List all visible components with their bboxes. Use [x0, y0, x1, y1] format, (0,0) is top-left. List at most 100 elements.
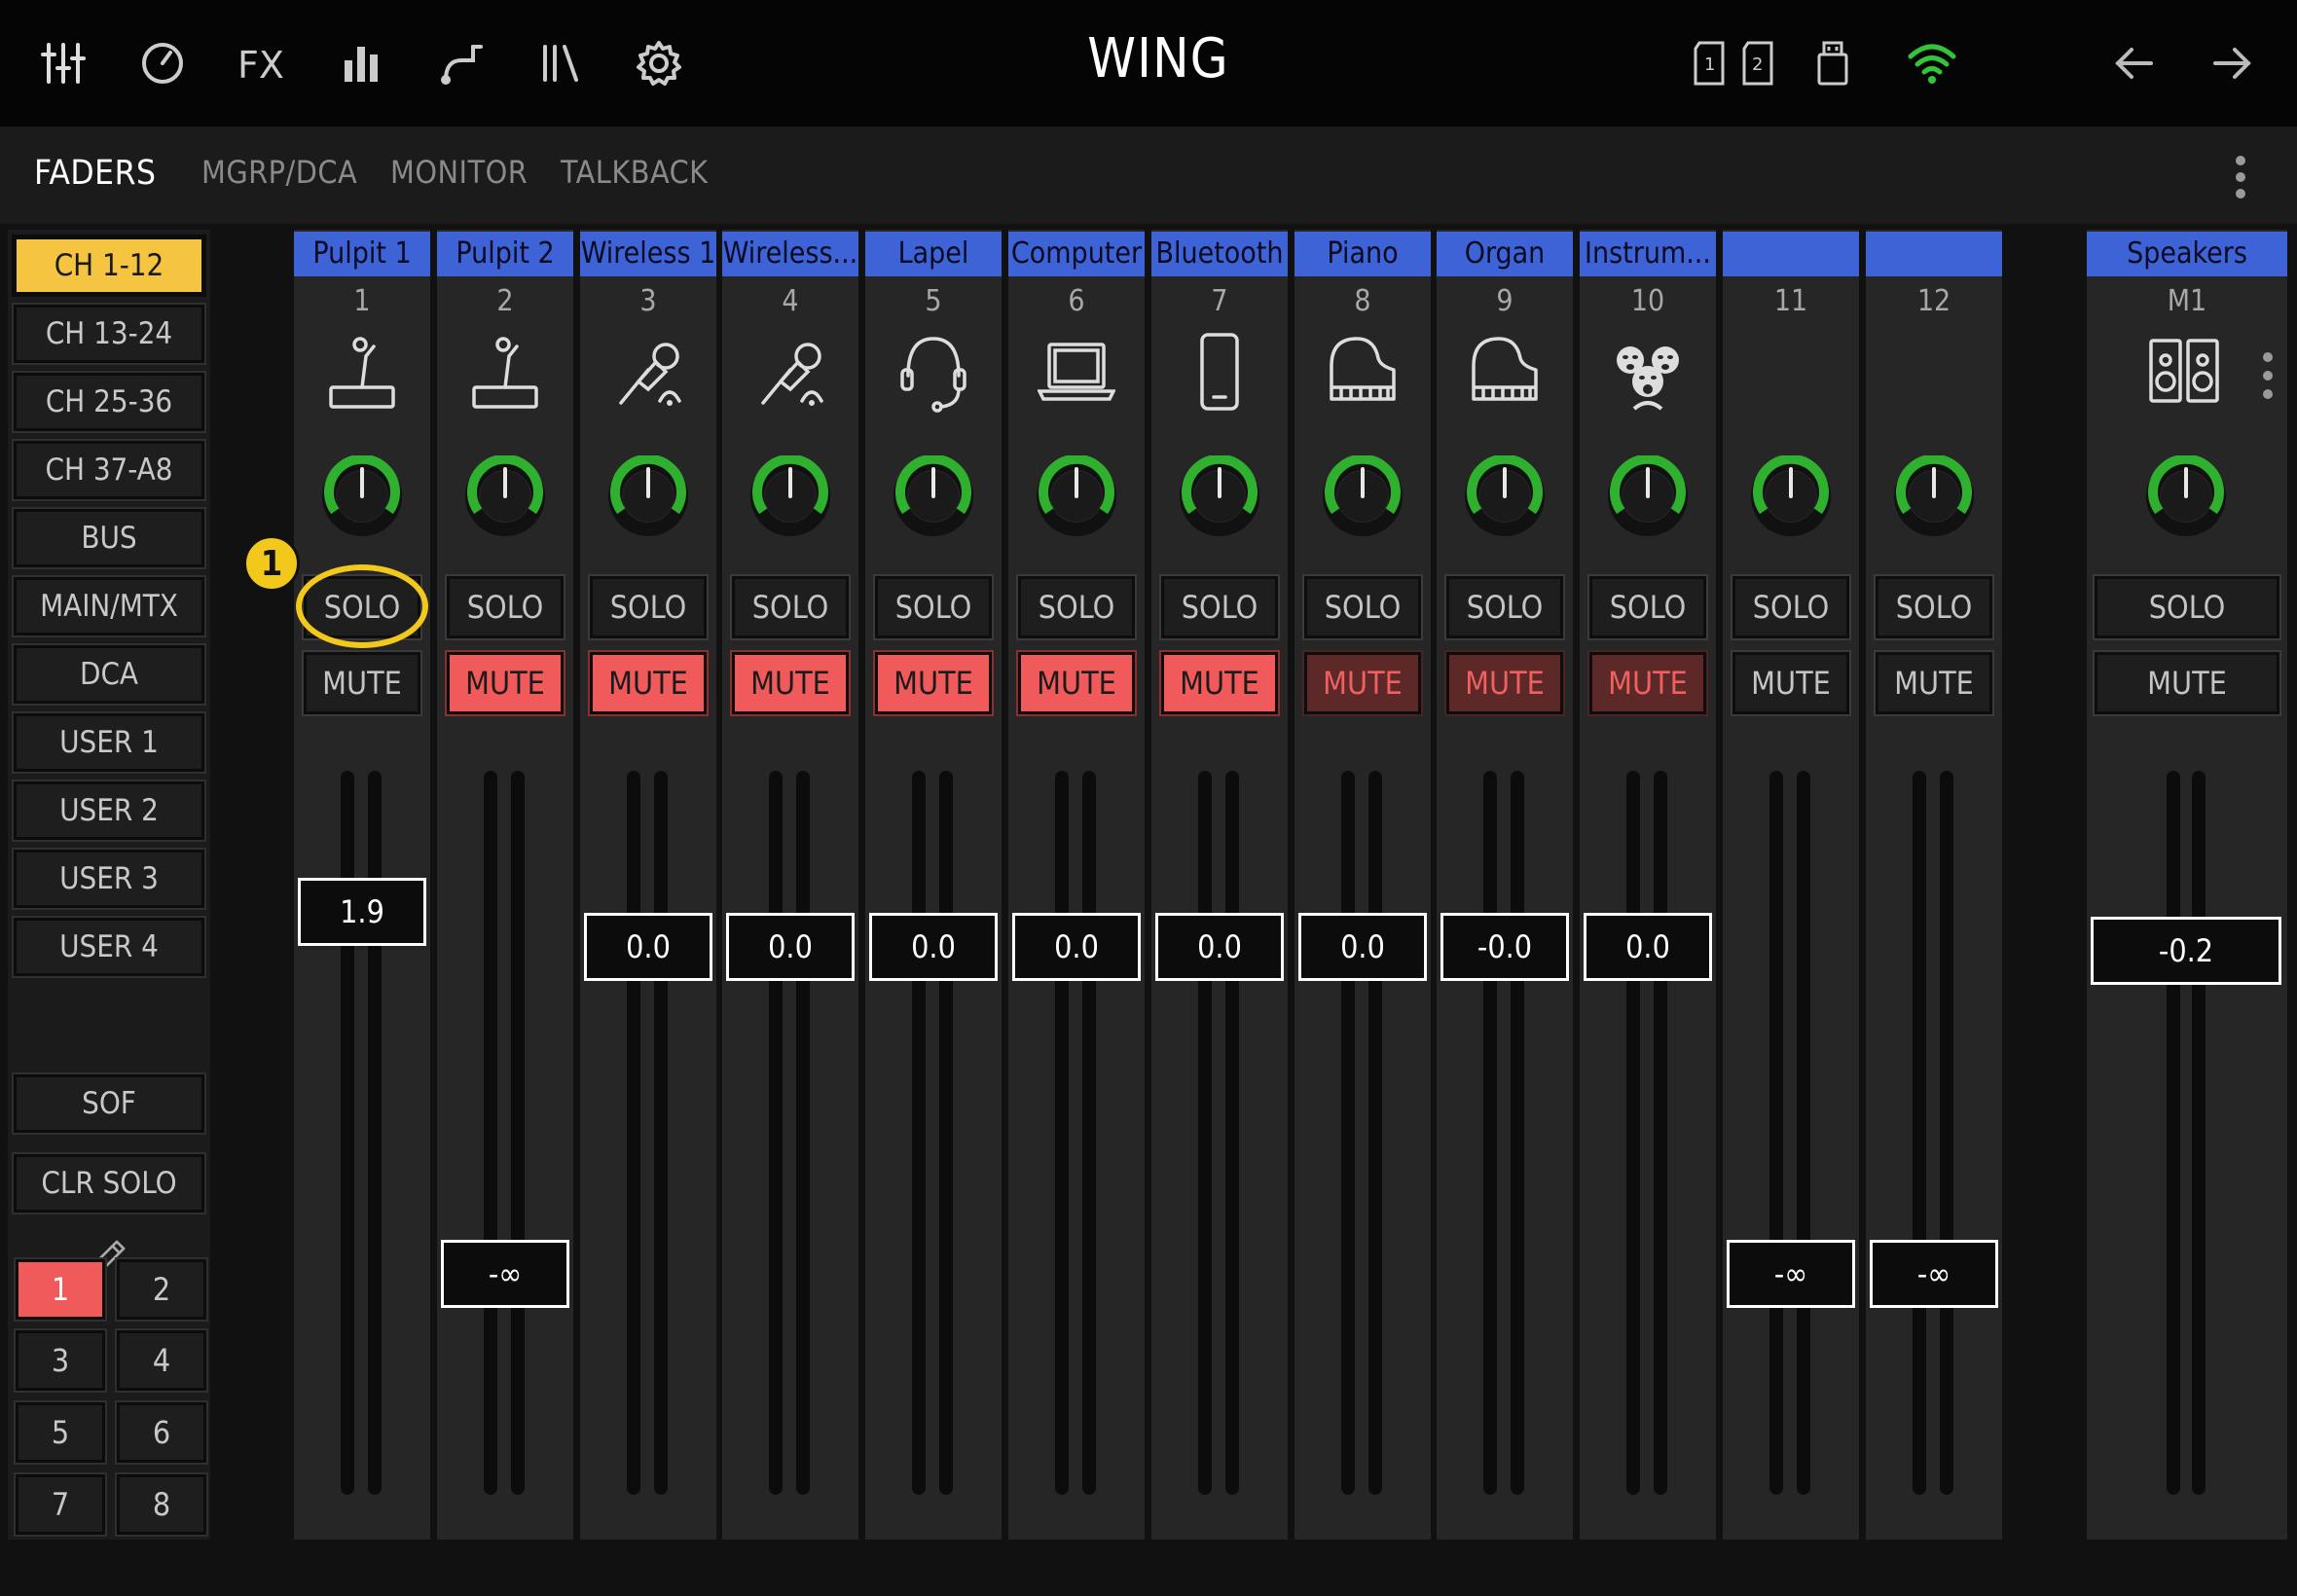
solo-button[interactable]: SOLO: [1587, 574, 1708, 640]
layer-main-mtx[interactable]: MAIN/MTX: [12, 575, 206, 637]
mute-button[interactable]: MUTE: [588, 650, 709, 716]
wireless-mic-icon[interactable]: [751, 327, 829, 415]
tab-talkback[interactable]: TALKBACK: [561, 154, 709, 191]
fx-icon[interactable]: FX: [236, 37, 288, 90]
solo-button[interactable]: SOLO: [1874, 574, 1994, 640]
fader-handle[interactable]: 0.0: [1584, 913, 1712, 981]
layer-user-2[interactable]: USER 2: [12, 780, 206, 842]
mute-button[interactable]: MUTE: [1444, 650, 1565, 716]
channel-name[interactable]: Speakers: [2087, 232, 2287, 276]
clear-solo-button[interactable]: CLR SOLO: [12, 1152, 206, 1215]
channel-name[interactable]: Wireless 1: [580, 232, 716, 276]
page-3-button[interactable]: 3: [14, 1328, 107, 1393]
pan-knob[interactable]: [1179, 453, 1260, 537]
fader-handle[interactable]: -∞: [1727, 1240, 1855, 1308]
channel-name[interactable]: Wireless...: [722, 232, 858, 276]
fader-handle[interactable]: 0.0: [1012, 913, 1141, 981]
channel-name[interactable]: Instrum...: [1580, 232, 1716, 276]
page-2-button[interactable]: 2: [115, 1257, 208, 1322]
pan-knob[interactable]: [749, 453, 831, 537]
mute-button[interactable]: MUTE: [302, 650, 422, 716]
layer-ch-25-36[interactable]: CH 25-36: [12, 371, 206, 433]
solo-button[interactable]: SOLO: [2093, 574, 2281, 640]
channel-name[interactable]: Organ: [1437, 232, 1573, 276]
main-options-icon[interactable]: [2258, 352, 2278, 399]
mute-button[interactable]: MUTE: [873, 650, 994, 716]
podium-mic-icon[interactable]: [466, 327, 544, 415]
fader-handle[interactable]: 0.0: [1298, 913, 1427, 981]
sof-button[interactable]: SOF: [12, 1072, 206, 1135]
solo-button[interactable]: SOLO: [588, 574, 709, 640]
pan-knob[interactable]: [2145, 453, 2227, 537]
solo-button[interactable]: SOLO: [1159, 574, 1280, 640]
layer-user-1[interactable]: USER 1: [12, 711, 206, 774]
fader-handle[interactable]: -∞: [441, 1240, 569, 1308]
library-icon[interactable]: [533, 37, 586, 90]
mute-button[interactable]: MUTE: [2093, 650, 2281, 716]
layer-ch-1-12[interactable]: CH 1-12: [12, 235, 206, 297]
channel-name[interactable]: [1866, 232, 2002, 276]
usb-drive-icon[interactable]: [1806, 37, 1859, 90]
layer-user-4[interactable]: USER 4: [12, 916, 206, 978]
gear-icon[interactable]: [633, 37, 685, 90]
pan-knob[interactable]: [607, 453, 689, 537]
channel-name[interactable]: Lapel: [865, 232, 1002, 276]
mute-button[interactable]: MUTE: [1159, 650, 1280, 716]
mute-button[interactable]: MUTE: [1874, 650, 1994, 716]
pan-knob[interactable]: [1036, 453, 1117, 537]
headset-icon[interactable]: [894, 327, 972, 415]
mute-button[interactable]: MUTE: [1587, 650, 1708, 716]
layer-ch-37-a8[interactable]: CH 37-A8: [12, 439, 206, 501]
fader-handle[interactable]: 0.0: [869, 913, 998, 981]
wifi-icon[interactable]: [1906, 37, 1958, 90]
piano-icon[interactable]: [1324, 327, 1402, 415]
mute-button[interactable]: MUTE: [1302, 650, 1423, 716]
fader-handle[interactable]: 0.0: [726, 913, 855, 981]
mute-button[interactable]: MUTE: [1731, 650, 1851, 716]
mixer-sliders-icon[interactable]: [37, 37, 90, 90]
pan-knob[interactable]: [1893, 453, 1975, 537]
card-slot-2-icon[interactable]: 2: [1732, 37, 1785, 90]
tab-mgrp-dca[interactable]: MGRP/DCA: [201, 154, 357, 191]
page-8-button[interactable]: 8: [115, 1472, 208, 1537]
pan-knob[interactable]: [464, 453, 546, 537]
solo-button[interactable]: SOLO: [1444, 574, 1565, 640]
layer-user-3[interactable]: USER 3: [12, 848, 206, 910]
pan-knob[interactable]: [1464, 453, 1546, 537]
card-slot-1-icon[interactable]: 1: [1684, 37, 1736, 90]
clock-meter-icon[interactable]: [136, 37, 189, 90]
page-1-button[interactable]: 1: [14, 1257, 107, 1322]
forward-arrow-icon[interactable]: [2206, 37, 2258, 90]
page-7-button[interactable]: 7: [14, 1472, 107, 1537]
tab-faders[interactable]: FADERS: [34, 154, 156, 193]
channel-name[interactable]: Piano: [1294, 232, 1431, 276]
tab-monitor[interactable]: MONITOR: [390, 154, 528, 191]
laptop-icon[interactable]: [1038, 327, 1115, 415]
pan-knob[interactable]: [1607, 453, 1689, 537]
bar-meter-icon[interactable]: [335, 37, 387, 90]
page-6-button[interactable]: 6: [115, 1400, 208, 1465]
channel-name[interactable]: Pulpit 2: [437, 232, 573, 276]
pan-knob[interactable]: [1750, 453, 1832, 537]
solo-button[interactable]: SOLO: [1302, 574, 1423, 640]
page-5-button[interactable]: 5: [14, 1400, 107, 1465]
channel-name[interactable]: Bluetooth: [1151, 232, 1288, 276]
fader-handle[interactable]: 0.0: [584, 913, 712, 981]
pan-knob[interactable]: [893, 453, 974, 537]
piano-icon[interactable]: [1466, 327, 1544, 415]
fader-handle[interactable]: -0.0: [1440, 913, 1569, 981]
fader-handle[interactable]: 1.9: [298, 877, 426, 946]
solo-button[interactable]: SOLO: [445, 574, 565, 640]
channel-name[interactable]: [1723, 232, 1859, 276]
solo-button[interactable]: SOLO: [302, 574, 422, 640]
choir-icon[interactable]: [1609, 327, 1687, 415]
routing-icon[interactable]: [434, 37, 487, 90]
fader-handle[interactable]: -∞: [1870, 1240, 1998, 1308]
channel-name[interactable]: Computer: [1008, 232, 1145, 276]
channel-name[interactable]: Pulpit 1: [294, 232, 430, 276]
layer-bus[interactable]: BUS: [12, 507, 206, 569]
solo-button[interactable]: SOLO: [1731, 574, 1851, 640]
solo-button[interactable]: SOLO: [873, 574, 994, 640]
wireless-mic-icon[interactable]: [609, 327, 687, 415]
fader-handle[interactable]: -0.2: [2091, 916, 2281, 985]
